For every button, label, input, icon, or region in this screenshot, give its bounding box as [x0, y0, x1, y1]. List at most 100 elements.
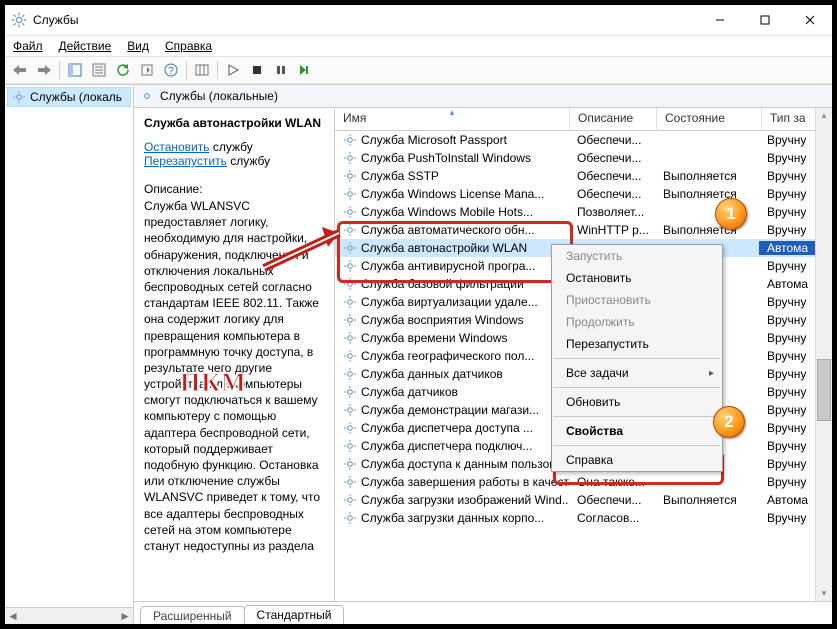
service-row[interactable]: Служба Microsoft PassportОбеспечи...Вруч…: [335, 131, 832, 149]
service-list: Имя▴ Описание Состояние Тип за Служба Mi…: [335, 108, 832, 601]
service-name: Служба диспетчера подключ...: [361, 439, 532, 453]
gear-icon: [343, 223, 357, 237]
svg-text:?: ?: [168, 66, 174, 77]
ctx-alltasks[interactable]: Все задачи▸: [552, 362, 722, 384]
pane-header: Службы (локальные): [134, 85, 832, 108]
service-row[interactable]: Служба завершения работы в качест...Она …: [335, 473, 832, 491]
pause-service-button[interactable]: [270, 59, 292, 81]
ctx-refresh[interactable]: Обновить: [552, 391, 722, 413]
service-state: Выполняется: [655, 169, 759, 183]
service-name: Служба PushToInstall Windows: [361, 151, 531, 165]
gear-icon: [343, 421, 357, 435]
tree-pane: Службы (локаль ◄►: [5, 85, 134, 624]
service-desc: Обеспечи...: [569, 133, 655, 147]
tree-hscrollbar[interactable]: ◄►: [5, 607, 133, 624]
menu-help[interactable]: Справка: [161, 38, 216, 54]
service-name: Служба датчиков: [361, 385, 458, 399]
service-row[interactable]: Служба PushToInstall WindowsОбеспечи...В…: [335, 149, 832, 167]
menu-file[interactable]: Файл: [9, 38, 47, 54]
properties-button[interactable]: [88, 59, 110, 81]
service-name: Служба загрузки данных корпо...: [361, 511, 544, 525]
service-row[interactable]: Служба SSTPОбеспечи...ВыполняетсяВручну: [335, 167, 832, 185]
gear-icon: [343, 349, 357, 363]
export-button[interactable]: [136, 59, 158, 81]
restart-service-button[interactable]: [294, 59, 316, 81]
menu-view[interactable]: Вид: [123, 38, 153, 54]
gear-icon: [343, 187, 357, 201]
maximize-button[interactable]: [742, 5, 787, 35]
service-row[interactable]: Служба автоматического обн...WinHTTP р..…: [335, 221, 832, 239]
titlebar: Службы: [5, 5, 832, 36]
tab-standard[interactable]: Стандартный: [244, 605, 345, 624]
service-row[interactable]: Служба Windows License Mana...Обеспечи..…: [335, 185, 832, 203]
start-service-button[interactable]: [222, 59, 244, 81]
gear-icon: [140, 89, 154, 103]
service-name: Служба диспетчера доступа ...: [361, 421, 533, 435]
service-desc: WinHTTP р...: [569, 223, 655, 237]
ctx-properties[interactable]: Свойства: [552, 420, 722, 442]
show-hide-tree-button[interactable]: [64, 59, 86, 81]
tab-extended[interactable]: Расширенный: [140, 606, 245, 624]
stop-link[interactable]: Остановить: [144, 140, 210, 154]
ctx-help[interactable]: Справка: [552, 449, 722, 471]
gear-icon: [343, 367, 357, 381]
list-vscrollbar[interactable]: ▴ ▾: [815, 108, 832, 601]
service-state: Выполняется: [655, 187, 759, 201]
service-name: Служба географического пол...: [361, 349, 534, 363]
columns-button[interactable]: [191, 59, 213, 81]
minimize-button[interactable]: [697, 5, 742, 35]
service-state: Выполняется: [655, 223, 759, 237]
gear-icon: [343, 475, 357, 489]
service-row[interactable]: Служба Windows Mobile Hots...Позволяет..…: [335, 203, 832, 221]
view-tabs: Расширенный Стандартный: [134, 601, 832, 624]
gear-icon: [343, 169, 357, 183]
detail-pane: Служба автонастройки WLAN Остановить слу…: [134, 108, 335, 601]
gear-icon: [343, 241, 357, 255]
gear-icon: [343, 133, 357, 147]
tree-item-services[interactable]: Службы (локаль: [7, 87, 131, 107]
service-state: Выполняется: [655, 493, 759, 507]
desc-text: Служба WLANSVC предоставляет логику, нео…: [144, 198, 324, 554]
menubar: Файл Действие Вид Справка: [5, 36, 832, 56]
close-button[interactable]: [787, 5, 832, 35]
context-menu: Запустить Остановить Приостановить Продо…: [551, 244, 723, 472]
restart-link[interactable]: Перезапустить: [144, 154, 227, 168]
stop-service-button[interactable]: [246, 59, 268, 81]
service-name: Служба завершения работы в качест...: [361, 475, 569, 489]
chevron-right-icon: ▸: [709, 368, 714, 379]
gear-icon: [343, 205, 357, 219]
service-desc: Обеспечи...: [569, 169, 655, 183]
forward-button[interactable]: [33, 59, 55, 81]
ctx-stop[interactable]: Остановить: [552, 267, 722, 289]
service-name: Служба Microsoft Passport: [361, 133, 507, 147]
ctx-restart[interactable]: Перезапустить: [552, 333, 722, 355]
gear-icon: [12, 90, 26, 104]
service-name: Служба автонастройки WLAN: [361, 241, 527, 255]
service-name: Служба доступа к данным пользов...: [361, 457, 566, 471]
service-name: Служба данных датчиков: [361, 367, 503, 381]
service-row[interactable]: Служба загрузки данных корпо... Согласов.…: [335, 509, 832, 527]
service-name: Служба демонстрации магази...: [361, 403, 539, 417]
back-button[interactable]: [9, 59, 31, 81]
gear-icon: [343, 259, 357, 273]
service-name: Служба загрузки изображений Wind...: [361, 493, 569, 507]
service-name: Служба базовой фильтрации: [361, 277, 524, 291]
menu-action[interactable]: Действие: [55, 38, 116, 54]
annotation-marker-1: 1: [715, 198, 747, 230]
pane-header-title: Службы (локальные): [160, 89, 278, 103]
service-row[interactable]: Служба загрузки изображений Wind...Обесп…: [335, 491, 832, 509]
services-icon: [11, 12, 27, 28]
col-state[interactable]: Состояние: [657, 108, 762, 130]
annotation-marker-2: 2: [713, 406, 745, 438]
column-headers: Имя▴ Описание Состояние Тип за: [335, 108, 832, 131]
col-desc[interactable]: Описание: [570, 108, 657, 130]
service-desc: Согласов...: [569, 511, 655, 525]
col-name[interactable]: Имя▴: [335, 108, 570, 130]
gear-icon: [343, 457, 357, 471]
help-button[interactable]: ?: [160, 59, 182, 81]
service-name: Служба Windows License Mana...: [361, 187, 544, 201]
refresh-button[interactable]: [112, 59, 134, 81]
gear-icon: [343, 277, 357, 291]
service-desc: Обеспечи...: [569, 151, 655, 165]
service-desc: Позволяет...: [569, 205, 655, 219]
